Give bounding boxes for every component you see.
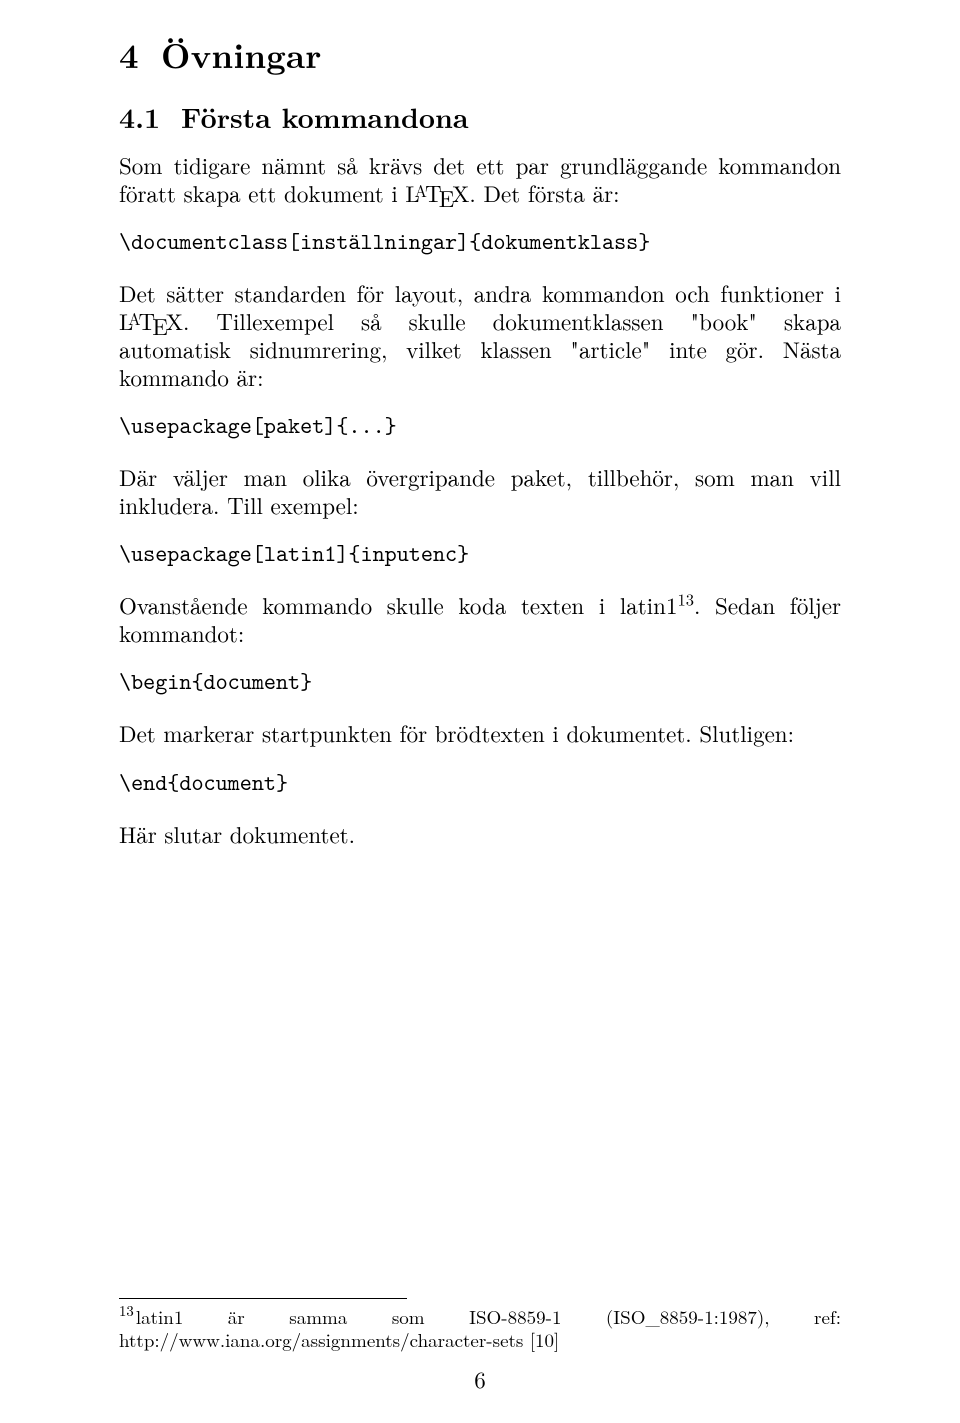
code-block-5: \end{document} (119, 768, 841, 798)
paragraph-2: Det sätter standarden för layout, andra … (119, 279, 841, 391)
footnote-13: 13latin1 är samma som ISO-8859-1 (ISO_88… (119, 1305, 841, 1351)
section-title: Övningar (161, 30, 322, 79)
page-number: 6 (0, 1362, 960, 1395)
footnote-ref: 13 (677, 587, 694, 611)
subsection-heading: 4.1Första kommandona (119, 97, 841, 137)
latex-logo: LATEX (405, 176, 469, 209)
code-block-3: \usepackage[latin1]{inputenc} (119, 539, 841, 569)
footnote-mark: 13 (119, 1300, 134, 1321)
page: 4Övningar 4.1Första kommandona Som tidig… (0, 0, 960, 1423)
section-heading: 4Övningar (119, 30, 841, 79)
code-block-1: \documentclass[inställningar]{dokumentkl… (119, 227, 841, 257)
subsection-title: Första kommandona (181, 97, 469, 137)
section-number: 4 (119, 30, 161, 79)
subsection-number: 4.1 (119, 97, 181, 137)
paragraph-6: Här slutar dokumentet. (119, 820, 841, 848)
footnote-area: 13latin1 är samma som ISO-8859-1 (ISO_88… (119, 1298, 841, 1351)
paragraph-5: Det markerar startpunkten för brödtexten… (119, 719, 841, 747)
footnote-text: latin1 är samma som ISO-8859-1 (ISO_8859… (119, 1303, 841, 1353)
paragraph-1b: . Det första är: (469, 176, 619, 209)
code-block-4: \begin{document} (119, 667, 841, 697)
paragraph-3: Där väljer man olika övergripande paket,… (119, 463, 841, 519)
footnote-rule (119, 1298, 407, 1299)
paragraph-1: Som tidigare nämnt så krävs det ett par … (119, 151, 841, 207)
code-block-2: \usepackage[paket]{...} (119, 411, 841, 441)
content-area: 4Övningar 4.1Första kommandona Som tidig… (119, 30, 841, 868)
paragraph-2b: . Tillexempel så skulle dokumentklassen … (119, 304, 841, 393)
paragraph-4: Ovanstående kommando skulle koda texten … (119, 591, 841, 647)
